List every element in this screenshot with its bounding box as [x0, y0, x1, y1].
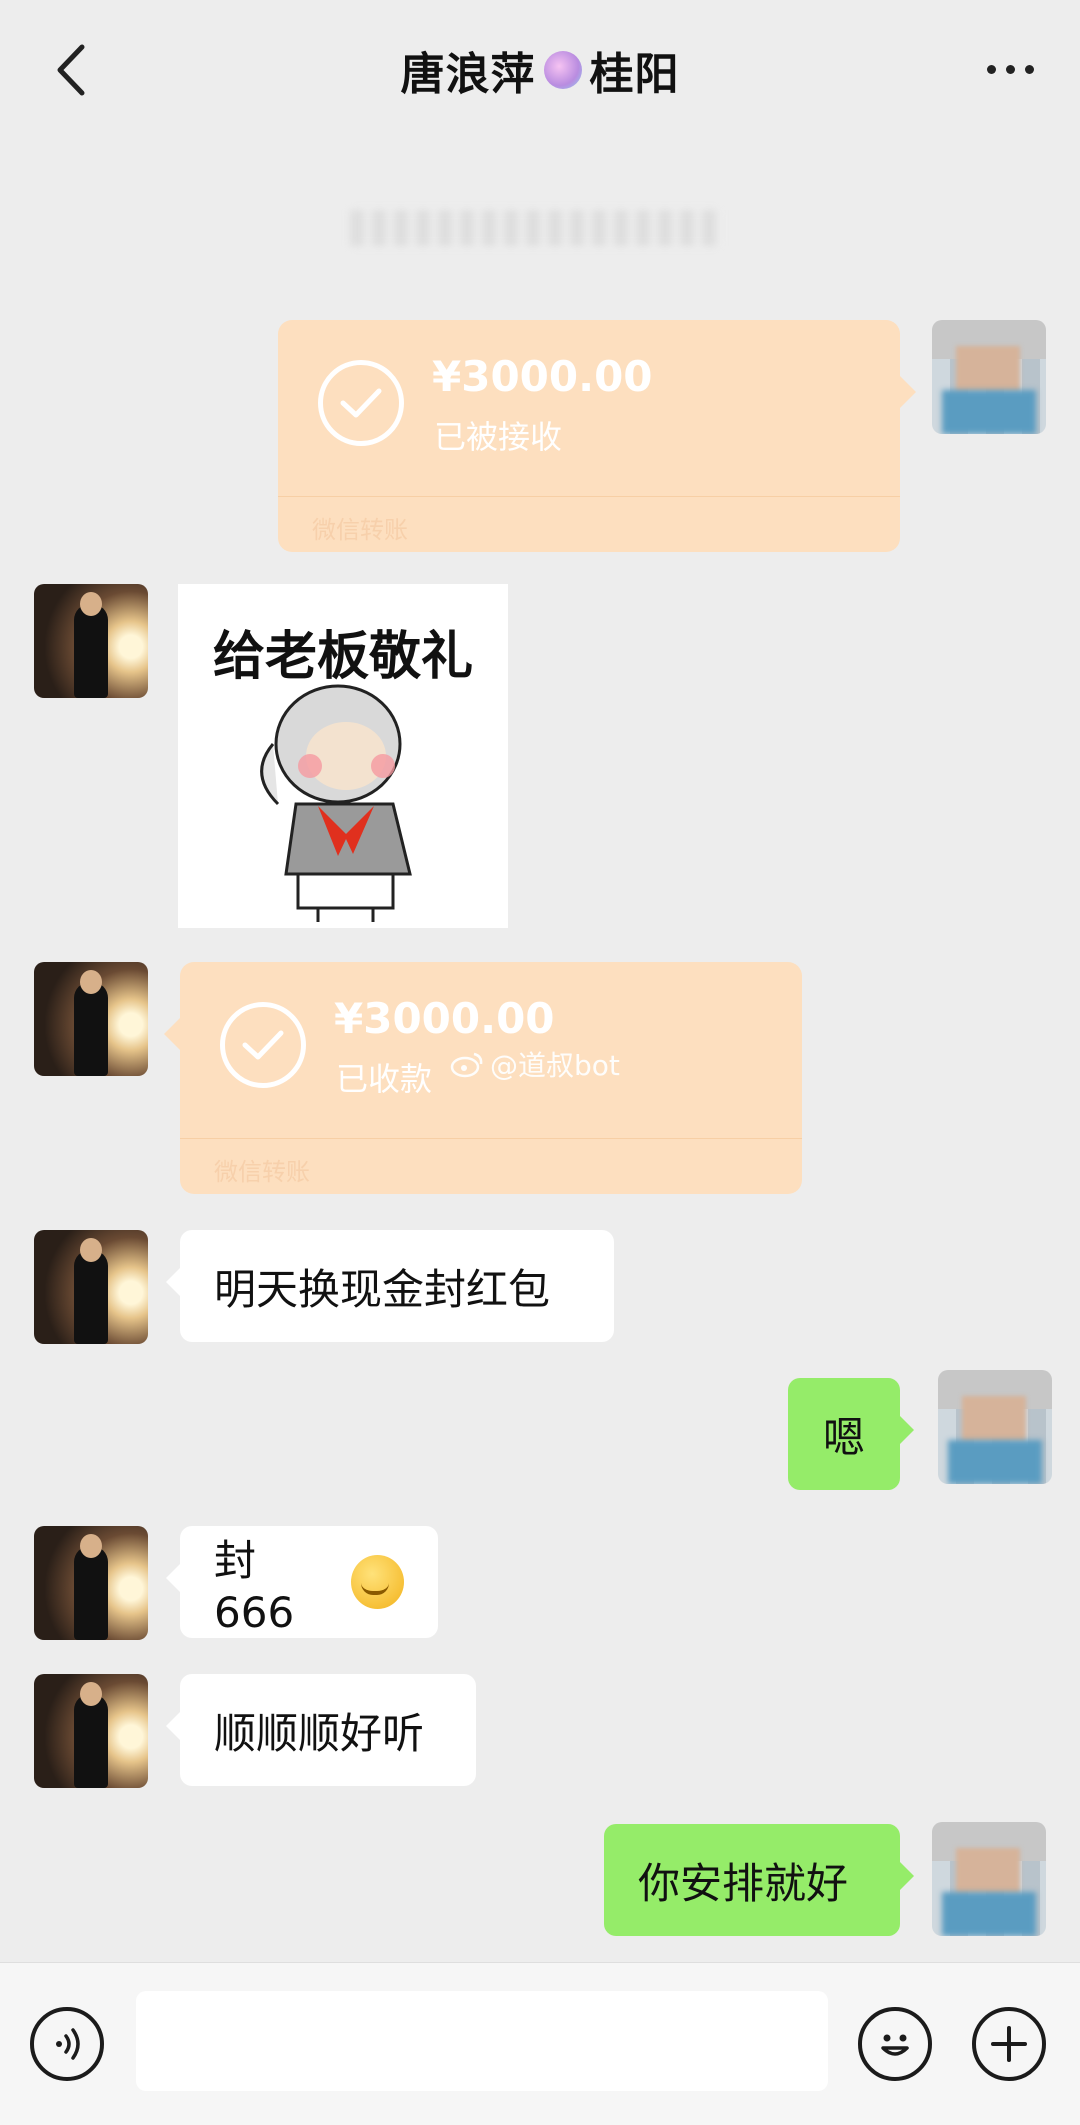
blurred-timestamp [350, 210, 720, 246]
contact-avatar[interactable] [34, 584, 148, 698]
check-circle-icon [318, 360, 404, 446]
transfer-footer: 微信转账 [214, 1158, 310, 1186]
check-circle-icon [220, 1002, 306, 1088]
thinking-emoji-icon [351, 1555, 404, 1609]
emoji-icon [881, 2034, 909, 2056]
message-bubble-incoming[interactable]: 顺顺顺好听 [166, 1674, 476, 1786]
message-bubble-incoming[interactable]: 封 666 [166, 1526, 438, 1638]
contact-avatar[interactable] [34, 1230, 148, 1344]
input-bar [0, 1962, 1080, 2125]
message-text: 顺顺顺好听 [214, 1708, 425, 1758]
transfer-amount: ¥3000.00 [432, 352, 653, 401]
voice-icon [56, 2028, 80, 2060]
contact-avatar[interactable] [34, 1526, 148, 1640]
message-input[interactable] [136, 1991, 828, 2091]
chat-header: 唐浪萍 桂阳 [0, 0, 1080, 140]
back-button[interactable] [42, 40, 102, 100]
watermark: @道叔bot [450, 1044, 620, 1084]
message-bubble-incoming[interactable]: 明天换现金封红包 [166, 1230, 614, 1342]
contact-city: 桂阳 [589, 49, 680, 100]
contact-avatar[interactable] [34, 962, 148, 1076]
weibo-icon [450, 1052, 483, 1078]
dot [1024, 64, 1034, 74]
message-bubble-outgoing[interactable]: 嗯 [788, 1378, 914, 1490]
candy-emoji-icon [543, 51, 582, 89]
my-avatar[interactable] [938, 1370, 1052, 1484]
transfer-status: 已收款 [336, 1060, 433, 1098]
plus-icon [991, 2026, 1027, 2062]
transfer-divider [180, 1138, 802, 1139]
bubble-tail [900, 376, 916, 408]
message-text: 嗯 [822, 1412, 865, 1462]
emoji-button[interactable] [858, 2007, 932, 2081]
transfer-divider [278, 496, 900, 497]
dot [1005, 64, 1015, 74]
message-text: 封 666 [214, 1536, 295, 1637]
message-bubble-outgoing[interactable]: 你安排就好 [604, 1824, 914, 1936]
chevron-left-icon [57, 44, 85, 96]
watermark-text: @道叔bot [490, 1049, 620, 1082]
transfer-status: 已被接收 [434, 418, 563, 456]
chat-title: 唐浪萍 桂阳 [401, 38, 680, 102]
my-avatar[interactable] [932, 1822, 1046, 1936]
plus-button[interactable] [972, 2007, 1046, 2081]
voice-button[interactable] [30, 2007, 104, 2081]
bubble-tail [164, 1018, 180, 1050]
sticker-caption: 给老板敬礼 [212, 627, 473, 687]
transfer-card-outgoing[interactable]: ¥3000.00 已被接收 微信转账 [278, 320, 916, 552]
more-dots-icon [986, 64, 996, 74]
contact-avatar[interactable] [34, 1674, 148, 1788]
contact-name: 唐浪萍 [400, 49, 536, 100]
transfer-amount: ¥3000.00 [334, 994, 555, 1043]
sticker-salute[interactable]: 给老板敬礼 [178, 584, 508, 928]
salute-figure-icon [260, 684, 412, 922]
message-text: 明天换现金封红包 [214, 1264, 551, 1314]
my-avatar[interactable] [932, 320, 1046, 434]
more-button[interactable] [980, 54, 1040, 84]
transfer-footer: 微信转账 [312, 516, 408, 544]
message-text: 你安排就好 [638, 1858, 849, 1908]
